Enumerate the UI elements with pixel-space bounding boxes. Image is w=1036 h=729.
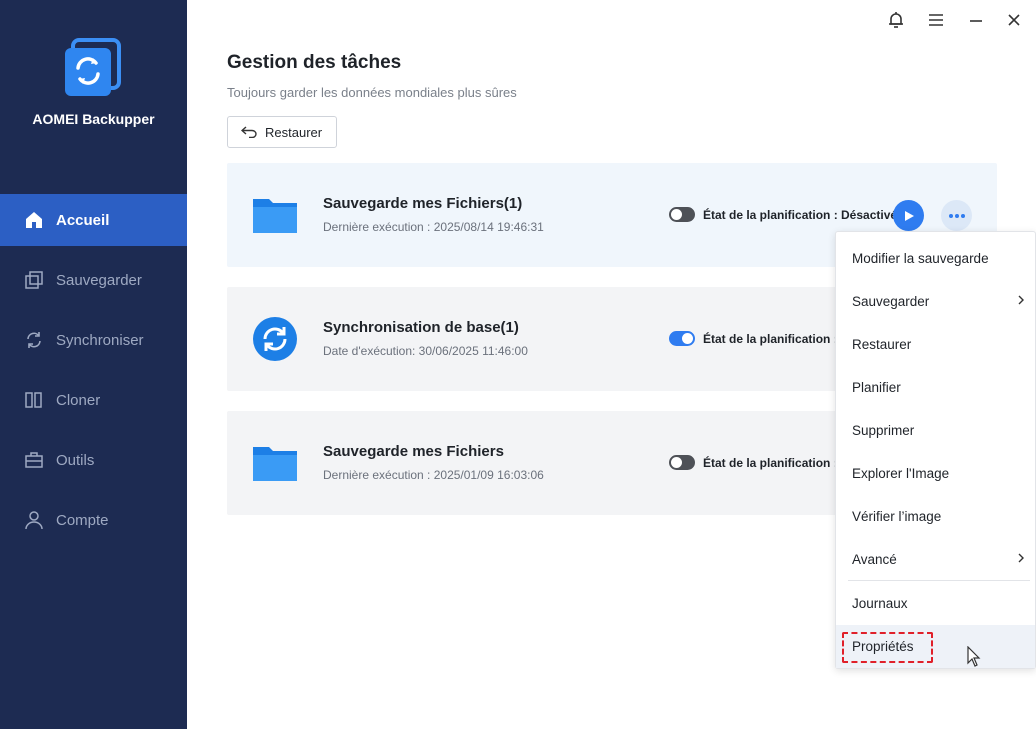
menu-item-supprimer[interactable]: Supprimer: [836, 409, 1035, 452]
sidebar-item-accueil[interactable]: Accueil: [0, 194, 187, 246]
menu-divider: [848, 580, 1030, 581]
menu-item-label: Journaux: [852, 596, 908, 611]
menu-item-label: Explorer l'Image: [852, 466, 950, 481]
sidebar-item-cloner[interactable]: Cloner: [0, 374, 187, 426]
minimize-icon[interactable]: [966, 10, 986, 30]
schedule-toggle[interactable]: [669, 455, 695, 470]
task-title: Sauvegarde mes Fichiers(1): [323, 195, 523, 212]
sidebar-item-label: Compte: [56, 511, 109, 529]
menu-item-explorer-image[interactable]: Explorer l'Image: [836, 452, 1035, 495]
app-name: AOMEI Backupper: [32, 111, 155, 127]
backup-icon: [24, 270, 44, 290]
page-subtitle: Toujours garder les données mondiales pl…: [227, 85, 517, 100]
menu-item-label: Sauvegarder: [852, 294, 930, 309]
sidebar-item-label: Outils: [56, 451, 95, 469]
menu-item-label: Restaurer: [852, 337, 912, 352]
task-title: Synchronisation de base(1): [323, 319, 519, 336]
schedule-status: État de la planification : D: [703, 456, 850, 470]
menu-item-proprietes[interactable]: Propriétés: [836, 625, 1035, 668]
sync-icon: [24, 330, 44, 350]
menu-item-journaux[interactable]: Journaux: [836, 582, 1035, 625]
menu-icon[interactable]: [926, 10, 946, 30]
clone-icon: [24, 390, 44, 410]
restore-button[interactable]: Restaurer: [227, 116, 337, 148]
close-icon[interactable]: [1004, 10, 1024, 30]
sidebar: AOMEI Backupper Accueil Sauvegarder Sync…: [0, 0, 187, 729]
menu-item-planifier[interactable]: Planifier: [836, 366, 1035, 409]
sidebar-item-label: Accueil: [56, 211, 110, 229]
folder-icon: [251, 193, 299, 237]
menu-item-label: Supprimer: [852, 423, 915, 438]
menu-item-label: Vérifier l’image: [852, 509, 942, 524]
bell-icon[interactable]: [886, 10, 906, 30]
sidebar-item-synchroniser[interactable]: Synchroniser: [0, 314, 187, 366]
menu-item-label: Planifier: [852, 380, 901, 395]
sidebar-item-compte[interactable]: Compte: [0, 494, 187, 546]
restore-button-label: Restaurer: [265, 124, 323, 140]
menu-item-verifier-image[interactable]: Vérifier l’image: [836, 495, 1035, 538]
page-title: Gestion des tâches: [227, 52, 402, 73]
menu-item-sauvegarder[interactable]: Sauvegarder: [836, 280, 1035, 323]
schedule-status: État de la planification : Désactivé: [703, 208, 898, 222]
sidebar-item-label: Synchroniser: [56, 331, 144, 349]
home-icon: [24, 210, 44, 230]
schedule-toggle[interactable]: [669, 331, 695, 346]
schedule-toggle[interactable]: [669, 207, 695, 222]
more-dots-icon: [948, 213, 965, 218]
sidebar-item-outils[interactable]: Outils: [0, 434, 187, 486]
schedule-status: État de la planification : A: [703, 332, 850, 346]
run-button[interactable]: [893, 200, 924, 231]
more-options-button[interactable]: [941, 200, 972, 231]
mouse-cursor-icon: [967, 645, 981, 673]
undo-icon: [241, 126, 257, 138]
app-logo-icon: [63, 36, 123, 100]
menu-item-modifier[interactable]: Modifier la sauvegarde: [836, 237, 1035, 280]
sync-circle-icon: [251, 317, 299, 361]
chevron-right-icon: [1018, 295, 1024, 305]
context-menu: Modifier la sauvegarde Sauvegarder Resta…: [835, 231, 1036, 669]
task-last-run: Dernière exécution : 2025/01/09 16:03:06: [323, 468, 544, 482]
task-last-run: Date d'exécution: 30/06/2025 11:46:00: [323, 344, 528, 358]
menu-item-restaurer[interactable]: Restaurer: [836, 323, 1035, 366]
sidebar-item-label: Cloner: [56, 391, 101, 409]
task-title: Sauvegarde mes Fichiers: [323, 443, 504, 460]
play-icon: [904, 210, 914, 221]
chevron-right-icon: [1018, 553, 1024, 563]
sidebar-item-label: Sauvegarder: [56, 271, 142, 289]
menu-item-label: Modifier la sauvegarde: [852, 251, 989, 266]
tools-icon: [24, 450, 44, 470]
menu-item-label: Propriétés: [852, 639, 914, 654]
menu-item-avance[interactable]: Avancé: [836, 538, 1035, 581]
folder-icon: [251, 441, 299, 485]
user-icon: [24, 510, 44, 530]
menu-item-label: Avancé: [852, 552, 897, 567]
task-last-run: Dernière exécution : 2025/08/14 19:46:31: [323, 220, 544, 234]
sidebar-item-sauvegarder[interactable]: Sauvegarder: [0, 254, 187, 306]
